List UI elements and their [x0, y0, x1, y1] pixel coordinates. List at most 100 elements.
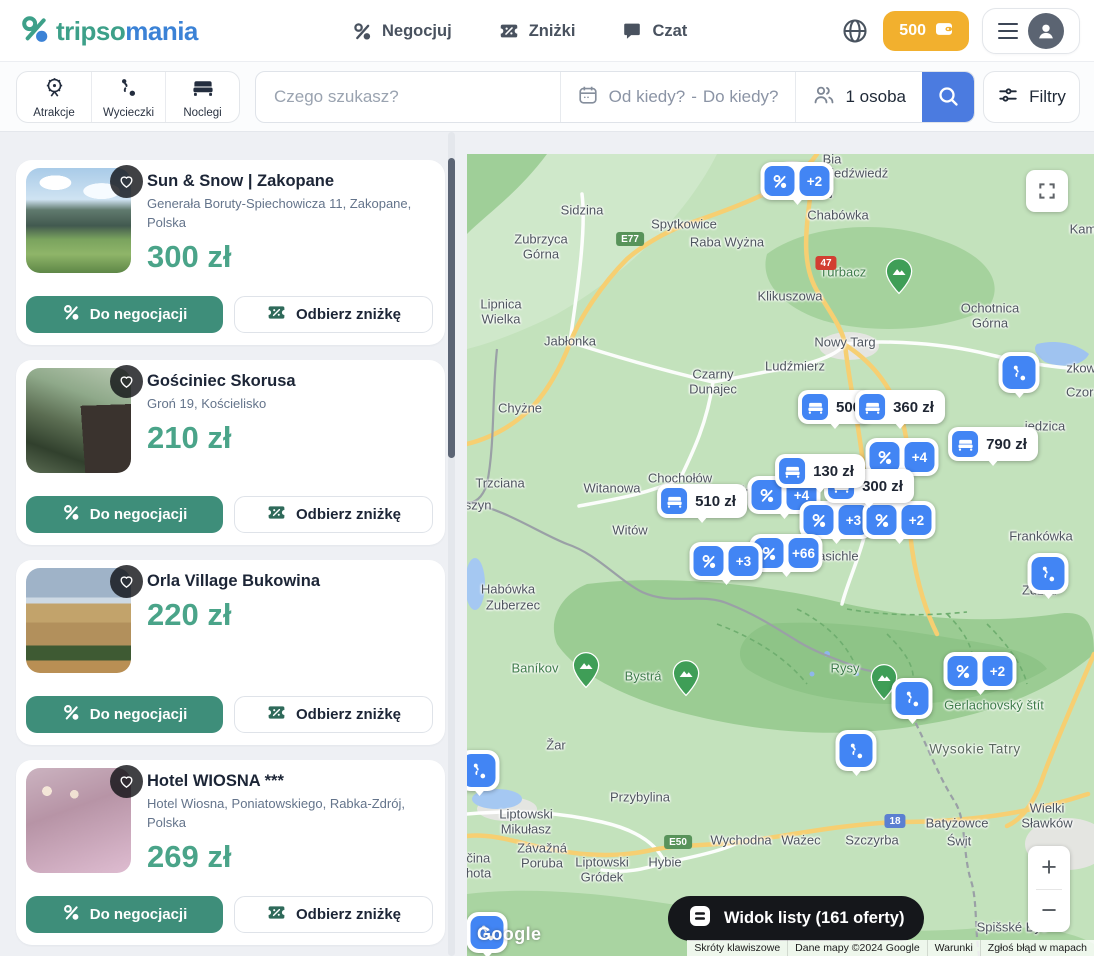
attribution-link[interactable]: Dane mapy ©2024 Google	[787, 940, 926, 956]
listing-actions: Do negocjacji Odbierz zniżkę	[26, 496, 433, 533]
favorite-button[interactable]	[110, 165, 143, 198]
map-place-label: Sidzina	[561, 204, 604, 219]
map-place-label: včina ehota	[467, 851, 491, 880]
nav-negotiate[interactable]: Negocjuj	[352, 21, 452, 42]
listing-photo	[26, 168, 131, 273]
logo-text-mania: mania	[125, 16, 198, 46]
discount-button[interactable]: Odbierz zniżkę	[234, 296, 433, 333]
nav-discounts[interactable]: Zniżki	[498, 20, 576, 42]
map-place-label: Lipnica Wielka	[480, 297, 521, 326]
list-view-button[interactable]: Widok listy (161 oferty)	[668, 896, 924, 941]
bed-icon	[802, 394, 828, 420]
map-trip-marker[interactable]	[999, 352, 1040, 393]
discount-label: Odbierz zniżkę	[296, 506, 401, 523]
listing-price: 220 zł	[147, 597, 433, 633]
discount-button[interactable]: Odbierz zniżkę	[234, 896, 433, 933]
map-place-label: Czorszt	[1066, 386, 1094, 401]
listing-card[interactable]: Orla Village Bukowina 220 zł Do negocjac…	[16, 560, 445, 745]
date-range-field[interactable]: Od kiedy?-Do kiedy?	[560, 72, 795, 122]
discount-button[interactable]: Odbierz zniżkę	[234, 696, 433, 733]
attribution-link[interactable]: Skróty klawiszowe	[687, 940, 787, 956]
negotiate-button[interactable]: Do negocjacji	[26, 896, 223, 933]
attribution-link[interactable]: Warunki	[927, 940, 980, 956]
map-place-label: Zubrzyca Górna	[514, 232, 567, 261]
filters-button[interactable]: Filtry	[983, 71, 1080, 123]
logo-text-tripso: tripso	[56, 16, 125, 46]
map-place-label: Wielki Sławków	[1021, 801, 1072, 830]
map-trip-marker[interactable]	[892, 678, 933, 719]
negotiate-button[interactable]: Do negocjacji	[26, 496, 223, 533]
scrollbar-thumb[interactable]	[448, 158, 455, 458]
google-logo: Google	[477, 924, 541, 945]
favorite-button[interactable]	[110, 765, 143, 798]
peak-marker[interactable]	[884, 257, 914, 300]
map-place-label: Baníkov	[512, 662, 559, 677]
map-trip-marker[interactable]	[836, 730, 877, 771]
listings-panel: Sun & Snow | Zakopane Generała Boruty-Sp…	[0, 132, 467, 956]
negotiate-label: Do negocjacji	[90, 306, 188, 323]
discount-button[interactable]: Odbierz zniżkę	[234, 496, 433, 533]
map[interactable]: BiaNiedźwiedźRabka-ZdrójSidzinaChabówkaS…	[467, 154, 1094, 956]
map-place-label: Liptowski Mikułasz	[499, 807, 552, 836]
menu-account-button[interactable]	[982, 8, 1080, 54]
nav-chat[interactable]: Czat	[621, 20, 687, 42]
negotiate-label: Do negocjacji	[90, 706, 188, 723]
header-right: 500	[840, 0, 1080, 62]
map-price-marker[interactable]: 130 zł	[775, 454, 865, 488]
listing-card[interactable]: Hotel WIOSNA *** Hotel Wiosna, Poniatows…	[16, 760, 445, 945]
road-shield: 47	[815, 256, 836, 270]
map-cluster-marker[interactable]: +3	[690, 542, 763, 580]
listing-card[interactable]: Sun & Snow | Zakopane Generała Boruty-Sp…	[16, 160, 445, 345]
category-attractions[interactable]: Atrakcje	[17, 72, 91, 122]
fullscreen-button[interactable]	[1026, 170, 1068, 212]
map-price-marker[interactable]: 360 zł	[855, 390, 945, 424]
map-place-label: Ważec	[781, 834, 820, 849]
peak-marker[interactable]	[571, 651, 601, 694]
people-icon	[812, 83, 836, 112]
ticket-icon	[498, 20, 520, 42]
listing-info: Orla Village Bukowina 220 zł	[147, 570, 433, 633]
attribution-link[interactable]: Zgłoś błąd w mapach	[980, 940, 1094, 956]
map-trip-marker[interactable]	[467, 750, 500, 791]
points-badge[interactable]: 500	[883, 11, 969, 51]
negotiate-button[interactable]: Do negocjacji	[26, 296, 223, 333]
map-cluster-marker[interactable]: +2	[944, 652, 1017, 690]
wallet-icon	[935, 21, 953, 42]
percent-icon	[62, 903, 81, 926]
listing-price: 269 zł	[147, 839, 433, 875]
map-place-label: Świt	[947, 835, 972, 850]
listing-actions: Do negocjacji Odbierz zniżkę	[26, 896, 433, 933]
date-separator: -	[691, 87, 697, 106]
map-cluster-marker[interactable]: +2	[761, 162, 834, 200]
search-input[interactable]	[256, 72, 560, 122]
map-trip-marker[interactable]	[1028, 553, 1069, 594]
route-icon	[1003, 356, 1036, 389]
language-globe-button[interactable]	[840, 16, 870, 46]
map-place-label: Batyżowce	[926, 817, 989, 832]
map-place-label: Žar	[546, 739, 566, 754]
category-stays[interactable]: Noclegi	[165, 72, 239, 122]
category-attractions-label: Atrakcje	[33, 107, 75, 119]
zoom-out-button[interactable]: −	[1028, 890, 1070, 933]
listing-photo	[26, 568, 131, 673]
sliders-icon	[997, 84, 1019, 111]
category-tours-label: Wycieczki	[103, 107, 154, 119]
guests-field[interactable]: 1 osoba	[795, 72, 923, 122]
negotiate-button[interactable]: Do negocjacji	[26, 696, 223, 733]
listing-card[interactable]: Gościniec Skorusa Groń 19, Kościelisko 2…	[16, 360, 445, 545]
points-value: 500	[899, 22, 926, 40]
favorite-button[interactable]	[110, 365, 143, 398]
favorite-button[interactable]	[110, 565, 143, 598]
logo[interactable]: tripsomania	[18, 13, 198, 50]
map-price-marker[interactable]: 510 zł	[657, 484, 747, 518]
route-icon	[117, 76, 140, 104]
percent-icon	[765, 166, 795, 196]
search-button[interactable]	[922, 72, 974, 122]
map-place-label: zkowce	[1066, 362, 1094, 377]
zoom-in-button[interactable]: +	[1028, 846, 1070, 889]
marker-price: 360 zł	[893, 399, 934, 416]
map-place-label: Habówka	[481, 583, 535, 598]
map-price-marker[interactable]: 790 zł	[948, 427, 1038, 461]
peak-marker[interactable]	[671, 659, 701, 702]
category-tours[interactable]: Wycieczki	[91, 72, 165, 122]
